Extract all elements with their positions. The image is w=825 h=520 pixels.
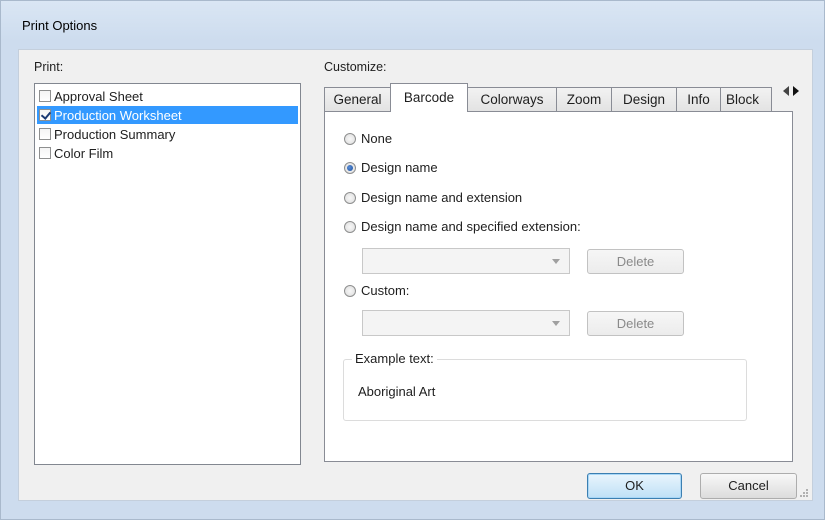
window-title: Print Options — [22, 18, 98, 33]
checkbox[interactable] — [39, 90, 51, 102]
radio-none[interactable]: None — [344, 131, 392, 146]
resize-grip-icon[interactable] — [800, 489, 808, 497]
list-item-label: Production Summary — [54, 126, 176, 142]
radio-button[interactable] — [344, 191, 356, 204]
print-label: Print: — [34, 60, 64, 74]
example-text-legend: Example text: — [352, 351, 437, 366]
ok-button[interactable]: OK — [587, 473, 682, 499]
tab-design[interactable]: Design — [611, 87, 677, 111]
list-item-production-summary[interactable]: Production Summary — [37, 125, 298, 143]
radio-label: Design name and extension — [361, 190, 523, 205]
radio-design-name-extension[interactable]: Design name and extension — [344, 190, 522, 205]
radio-button[interactable] — [344, 132, 356, 145]
custom-combo[interactable] — [362, 310, 570, 336]
customize-label: Customize: — [324, 60, 387, 74]
tab-block[interactable]: Block — [720, 87, 772, 111]
list-item-label: Production Worksheet — [54, 107, 182, 123]
delete-custom-button[interactable]: Delete — [587, 311, 684, 336]
tab-scroll-arrows — [783, 86, 803, 99]
tab-zoom[interactable]: Zoom — [556, 87, 612, 111]
delete-extension-button[interactable]: Delete — [587, 249, 684, 274]
tab-colorways[interactable]: Colorways — [467, 87, 557, 111]
tab-general[interactable]: General — [324, 87, 391, 111]
extension-combo[interactable] — [362, 248, 570, 274]
list-item-approval-sheet[interactable]: Approval Sheet — [37, 87, 298, 105]
list-item-color-film[interactable]: Color Film — [37, 144, 298, 162]
example-text-group: Example text: Aboriginal Art — [343, 351, 747, 421]
barcode-tab-panel: None Design name Design name and extensi… — [324, 111, 793, 462]
print-options-dialog: Print Options Print: Approval Sheet Prod… — [0, 0, 825, 520]
dialog-body: Print: Approval Sheet Production Workshe… — [18, 49, 813, 501]
radio-label: None — [361, 131, 393, 146]
checkbox[interactable] — [39, 128, 51, 140]
radio-custom[interactable]: Custom: — [344, 283, 409, 298]
radio-label: Design name and specified extension: — [361, 219, 581, 234]
radio-design-name-specified-extension[interactable]: Design name and specified extension: — [344, 219, 581, 234]
radio-button[interactable] — [344, 220, 356, 233]
cancel-button[interactable]: Cancel — [700, 473, 797, 499]
radio-button[interactable] — [344, 284, 356, 297]
chevron-right-icon[interactable] — [793, 86, 799, 96]
radio-design-name[interactable]: Design name — [344, 160, 438, 175]
tab-info[interactable]: Info — [676, 87, 721, 111]
chevron-left-icon[interactable] — [783, 86, 789, 96]
list-item-production-worksheet[interactable]: Production Worksheet — [37, 106, 298, 124]
chevron-down-icon[interactable] — [552, 259, 560, 264]
example-text-value: Aboriginal Art — [358, 384, 436, 399]
list-item-label: Color Film — [54, 145, 114, 161]
list-item-label: Approval Sheet — [54, 88, 143, 104]
title-bar[interactable]: Print Options — [1, 1, 824, 39]
checkbox[interactable] — [39, 147, 51, 159]
radio-label: Custom: — [361, 283, 410, 298]
tab-barcode[interactable]: Barcode — [390, 83, 468, 112]
checkbox[interactable] — [39, 109, 51, 121]
print-list[interactable]: Approval Sheet Production Worksheet Prod… — [34, 83, 301, 465]
radio-label: Design name — [361, 160, 438, 175]
radio-button[interactable] — [344, 161, 356, 174]
chevron-down-icon[interactable] — [552, 321, 560, 326]
